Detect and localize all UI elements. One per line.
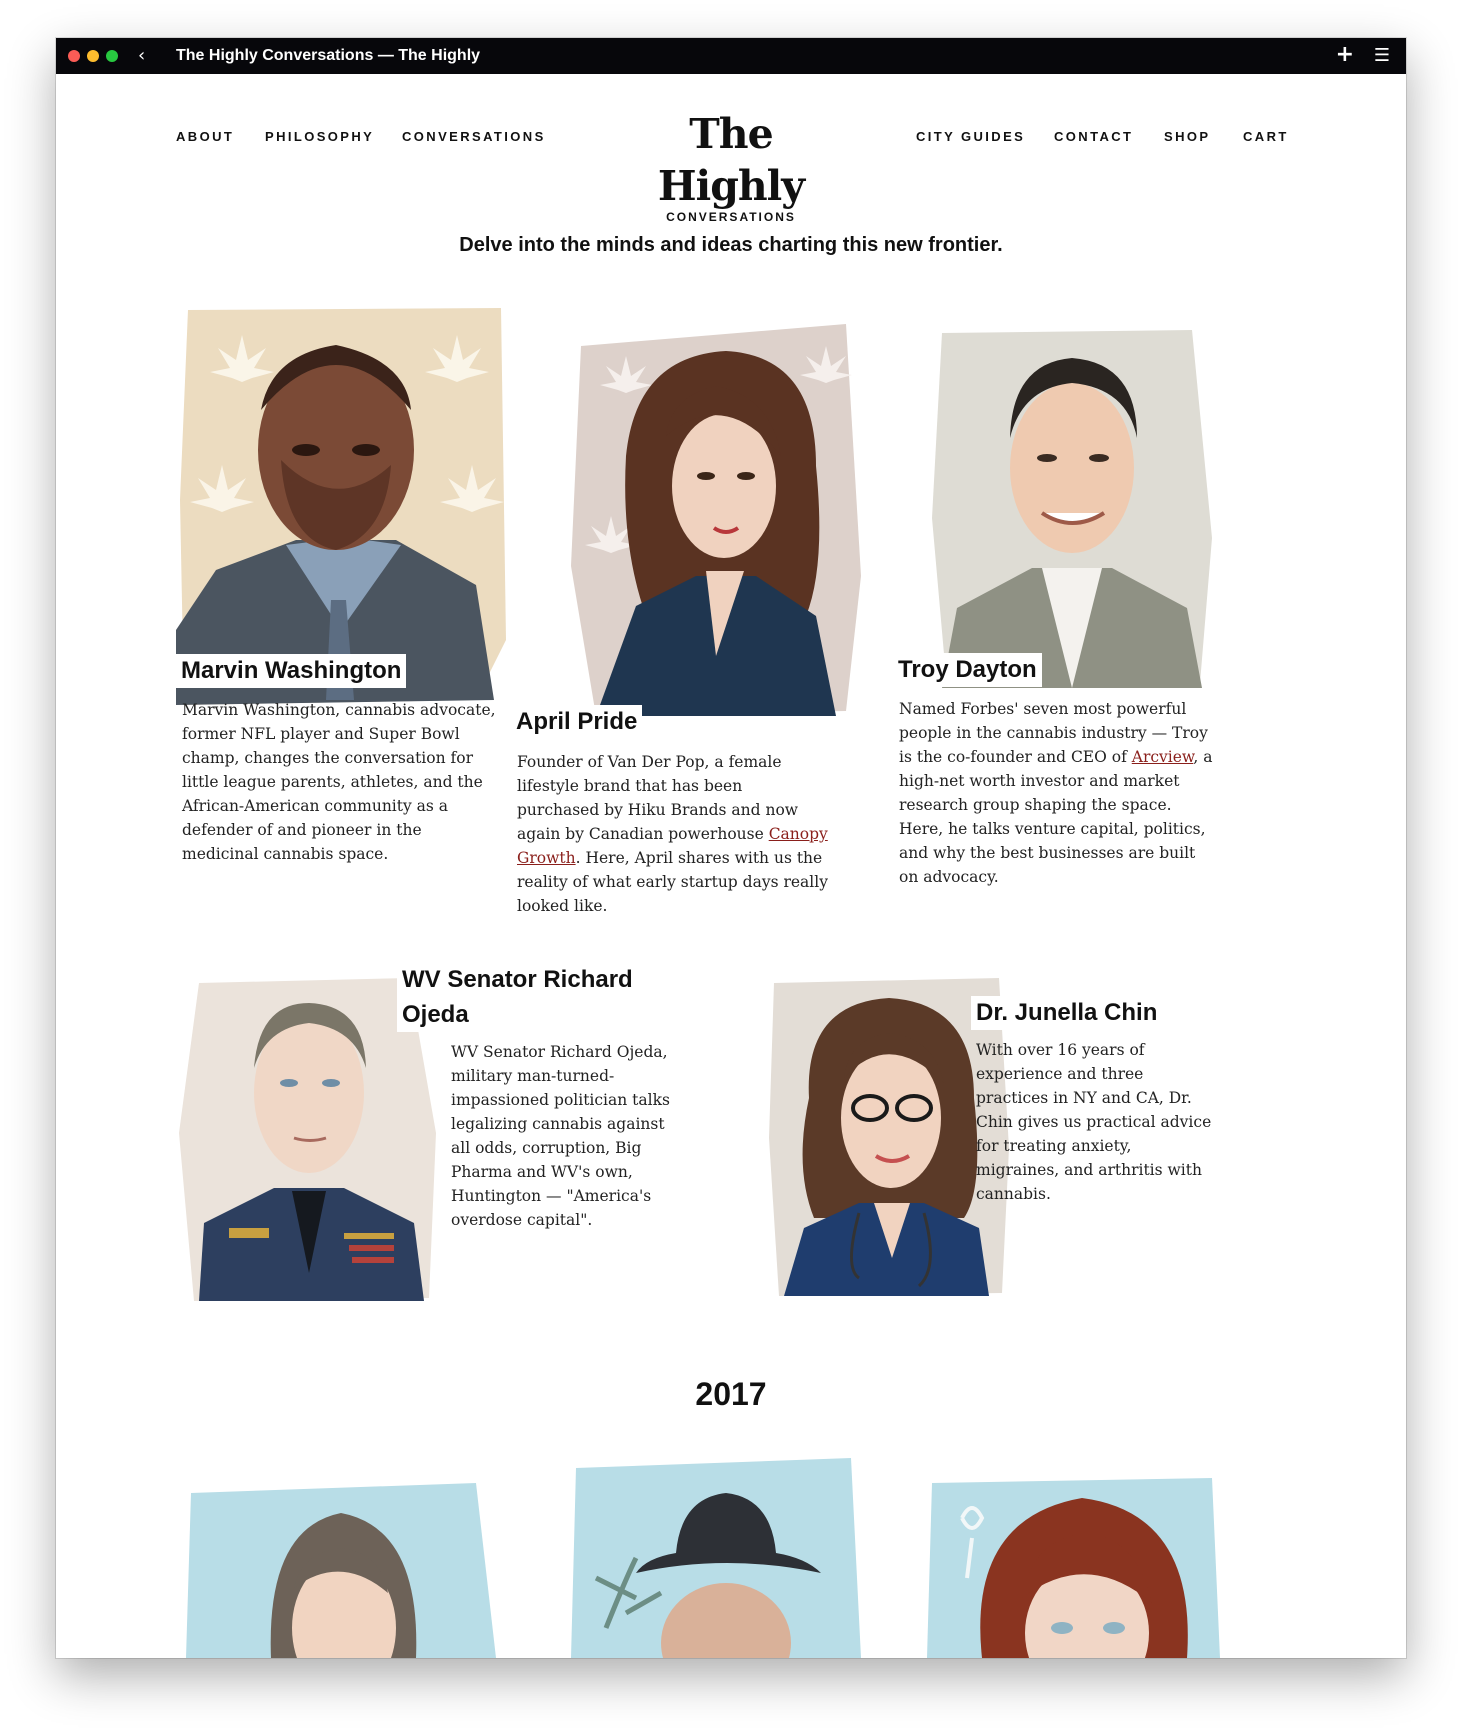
nav-city-guides[interactable]: CITY GUIDES	[916, 129, 1025, 144]
nav-shop[interactable]: SHOP	[1164, 129, 1210, 144]
person-bio-troy-dayton: Named Forbes' seven most powerful people…	[899, 697, 1219, 889]
person-name-april-pride[interactable]: April Pride	[511, 705, 643, 739]
maximize-window-button[interactable]	[106, 50, 118, 62]
bio-text: Founder of Van Der Pop, a female lifesty…	[517, 753, 799, 843]
person-name-marvin-washington[interactable]: Marvin Washington	[176, 654, 407, 688]
back-icon[interactable]: ‹	[138, 45, 145, 66]
portrait-2017-3[interactable]	[922, 1458, 1222, 1658]
portrait-marvin-washington[interactable]	[176, 300, 511, 710]
portrait-april-pride[interactable]	[566, 316, 866, 721]
nav-philosophy[interactable]: PHILOSOPHY	[265, 129, 374, 144]
person-name-richard-ojeda-line1[interactable]: WV Senator Richard	[397, 962, 638, 997]
person-name-junella-chin[interactable]: Dr. Junella Chin	[971, 996, 1163, 1030]
minimize-window-button[interactable]	[87, 50, 99, 62]
nav-conversations[interactable]: CONVERSATIONS	[402, 129, 546, 144]
portrait-2017-1[interactable]	[176, 1458, 506, 1658]
portrait-2017-2[interactable]	[566, 1448, 866, 1658]
section-year-heading: 2017	[695, 1376, 767, 1412]
logo-subtitle: CONVERSATIONS	[666, 210, 796, 224]
logo-title: The Highly	[657, 110, 805, 210]
nav-cart[interactable]: CART	[1243, 129, 1289, 144]
bio-text: , a high-net worth investor and market r…	[899, 748, 1213, 886]
menu-icon[interactable]: ☰	[1374, 45, 1390, 66]
page-tagline: Delve into the minds and ideas charting …	[459, 234, 1003, 256]
nav-contact[interactable]: CONTACT	[1054, 129, 1133, 144]
person-name-troy-dayton[interactable]: Troy Dayton	[893, 653, 1042, 687]
arcview-link[interactable]: Arcview	[1132, 748, 1194, 766]
person-name-richard-ojeda-line2[interactable]: Ojeda	[397, 997, 474, 1032]
title-bar: ‹ The Highly Conversations — The Highly …	[56, 38, 1406, 74]
person-bio-marvin-washington: Marvin Washington, cannabis advocate, fo…	[182, 701, 496, 863]
nav-about[interactable]: ABOUT	[176, 129, 234, 144]
person-bio-junella-chin: With over 16 years of experience and thr…	[976, 1041, 1212, 1203]
person-bio-richard-ojeda: WV Senator Richard Ojeda, military man-t…	[451, 1043, 670, 1229]
window-title: The Highly Conversations — The Highly	[176, 47, 481, 64]
browser-window: ‹ The Highly Conversations — The Highly …	[56, 38, 1406, 1658]
site-logo[interactable]: The Highly CONVERSATIONS	[611, 108, 851, 224]
portrait-troy-dayton[interactable]	[922, 318, 1222, 693]
plus-icon[interactable]: +	[1336, 42, 1354, 67]
person-bio-april-pride: Founder of Van Der Pop, a female lifesty…	[517, 750, 829, 918]
close-window-button[interactable]	[68, 50, 80, 62]
